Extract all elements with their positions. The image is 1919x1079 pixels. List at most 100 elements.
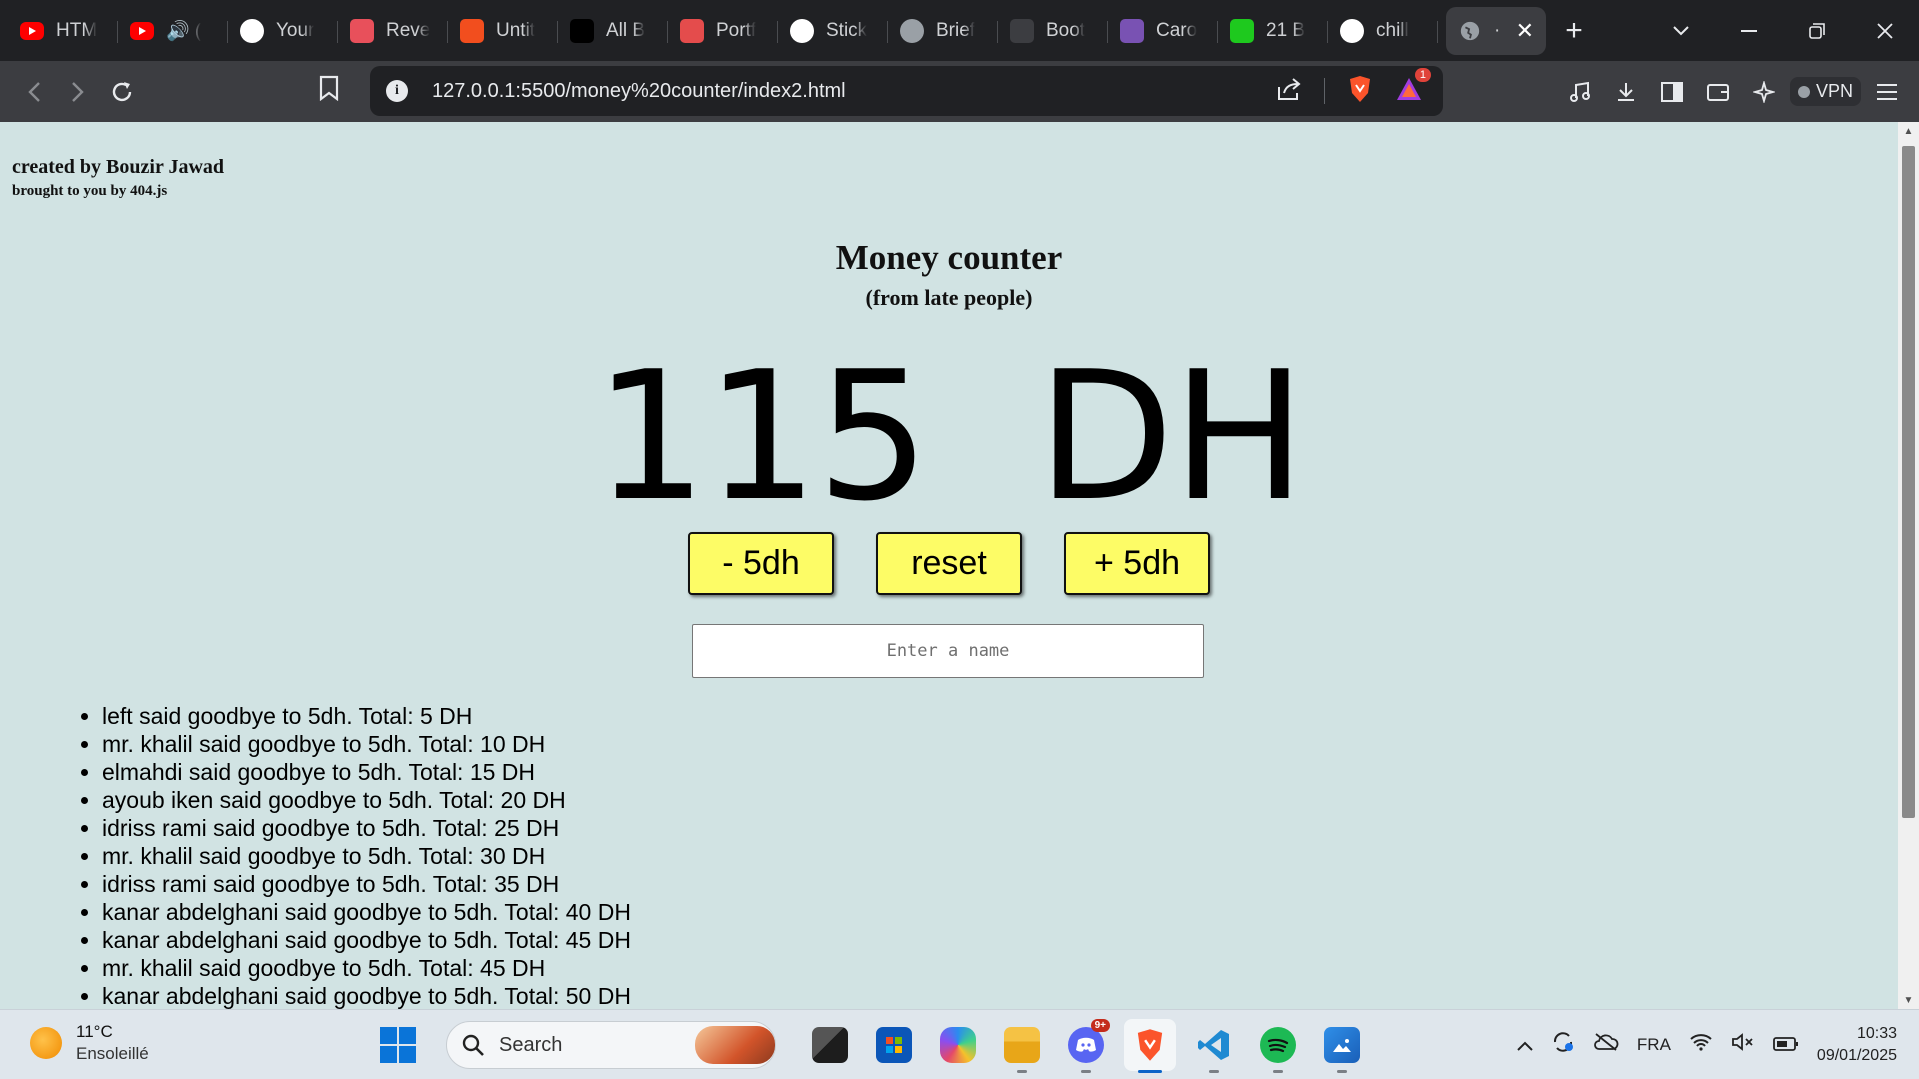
history-item: idriss rami said goodbye to 5dh. Total: …: [102, 814, 631, 842]
tab-active[interactable]: · ✕: [1446, 6, 1546, 55]
brave-rewards-icon[interactable]: 1: [1395, 67, 1431, 107]
search-icon: [462, 1034, 484, 1056]
close-tab-icon[interactable]: ✕: [1516, 19, 1534, 42]
new-tab-button[interactable]: +: [1546, 7, 1602, 55]
app-icon: [570, 18, 594, 43]
scrollbar-thumb[interactable]: [1902, 146, 1915, 818]
tab-title: Brief: [936, 19, 976, 41]
creator-credit: created by Bouzir Jawad: [12, 156, 225, 178]
close-window-button[interactable]: [1851, 0, 1919, 61]
tab-item[interactable]: Portf: [668, 7, 778, 55]
divider: [1324, 78, 1325, 104]
tab-title: Untit: [496, 19, 536, 41]
plus-5dh-button[interactable]: + 5dh: [1064, 532, 1210, 595]
tab-item[interactable]: All B: [558, 7, 668, 55]
brave-shields-icon[interactable]: [1347, 75, 1373, 108]
tab-item[interactable]: HTM: [8, 7, 118, 55]
photos-icon[interactable]: [1316, 1019, 1368, 1073]
taskbar-search[interactable]: Search: [446, 1021, 776, 1069]
site-info-icon[interactable]: i: [386, 80, 408, 102]
copilot-icon[interactable]: [932, 1019, 984, 1071]
clock-date: 09/01/2025: [1816, 1047, 1897, 1064]
bookmark-icon[interactable]: [318, 75, 340, 106]
tab-title: Stick: [826, 19, 868, 41]
minimize-button[interactable]: [1715, 0, 1783, 61]
chevron-up-icon[interactable]: [1517, 1034, 1533, 1057]
minus-5dh-button[interactable]: - 5dh: [688, 532, 834, 595]
history-item: ayoub iken said goodbye to 5dh. Total: 2…: [102, 786, 631, 814]
discord-icon[interactable]: 9+: [1060, 1019, 1112, 1073]
tab-item[interactable]: Your: [228, 7, 338, 55]
tab-title: Caro: [1156, 19, 1198, 41]
taskview-icon[interactable]: [804, 1019, 856, 1071]
reload-button[interactable]: [100, 70, 144, 114]
tab-item[interactable]: Reve: [338, 7, 448, 55]
active-tab-title: ·: [1494, 19, 1501, 41]
tab-item[interactable]: Brief: [888, 7, 998, 55]
search-highlight-image: [695, 1026, 775, 1064]
sun-icon: [30, 1027, 62, 1059]
tab-item[interactable]: chill: [1328, 7, 1438, 55]
clock-time: 10:33: [1856, 1025, 1897, 1042]
figma-icon: [460, 18, 484, 43]
discord-badge: 9+: [1090, 1019, 1110, 1032]
tab-title: Reve: [386, 19, 431, 41]
scroll-down-icon[interactable]: ▼: [1898, 991, 1919, 1009]
wallet-icon[interactable]: [1698, 72, 1738, 112]
tab-title: Boot: [1046, 19, 1086, 41]
page-title: Money counter: [835, 238, 1063, 277]
onedrive-offline-icon[interactable]: [1593, 1033, 1619, 1057]
tab-title: Portf: [716, 19, 757, 41]
tab-item[interactable]: Boot: [998, 7, 1108, 55]
weather-temp: 11°C: [76, 1022, 113, 1041]
store-icon[interactable]: [868, 1019, 920, 1071]
menu-icon[interactable]: [1867, 72, 1907, 112]
history-item: left said goodbye to 5dh. Total: 5 DH: [102, 702, 631, 730]
tab-item[interactable]: Untit: [448, 7, 558, 55]
download-icon[interactable]: [1606, 72, 1646, 112]
running-indicator: [1081, 1070, 1091, 1073]
forward-button[interactable]: [56, 70, 100, 114]
vpn-button[interactable]: VPN: [1789, 77, 1861, 106]
globe-icon: [1458, 19, 1482, 43]
youtube-icon: [130, 21, 154, 40]
volume-muted-icon[interactable]: [1731, 1032, 1755, 1058]
windows-start-icon[interactable]: [380, 1027, 416, 1063]
name-input[interactable]: [692, 624, 1204, 678]
address-bar[interactable]: i 127.0.0.1:5500/money%20counter/index2.…: [370, 66, 1443, 116]
taskbar: 11°C Ensoleillé Search 9+ FRA 10:33 09/0…: [0, 1009, 1919, 1079]
reset-button[interactable]: reset: [876, 532, 1022, 595]
vertical-scrollbar[interactable]: ▲ ▼: [1898, 122, 1919, 1009]
history-item: kanar abdelghani said goodbye to 5dh. To…: [102, 982, 631, 1009]
active-indicator: [1138, 1070, 1162, 1073]
sidebar-icon[interactable]: [1652, 72, 1692, 112]
file-explorer-icon[interactable]: [996, 1019, 1048, 1073]
tab-item[interactable]: 🔊 (: [118, 7, 228, 55]
leo-ai-icon[interactable]: [1744, 72, 1784, 112]
running-indicator: [1017, 1070, 1027, 1073]
battery-icon[interactable]: [1773, 1034, 1799, 1057]
wifi-icon[interactable]: [1689, 1033, 1713, 1057]
url-text[interactable]: 127.0.0.1:5500/money%20counter/index2.ht…: [432, 80, 846, 103]
taskbar-apps: Search 9+: [380, 1018, 1368, 1073]
restore-button[interactable]: [1783, 0, 1851, 61]
tab-search-button[interactable]: [1647, 0, 1715, 61]
clock[interactable]: 10:33 09/01/2025: [1817, 1023, 1897, 1067]
weather-widget[interactable]: 11°C Ensoleillé: [30, 1022, 149, 1064]
language-indicator[interactable]: FRA: [1637, 1035, 1671, 1055]
tab-item[interactable]: 21 B: [1218, 7, 1328, 55]
scroll-up-icon[interactable]: ▲: [1898, 122, 1919, 140]
media-icon[interactable]: [1560, 72, 1600, 112]
youtube-icon: [20, 21, 44, 40]
tab-item[interactable]: Caro: [1108, 7, 1218, 55]
globe-icon: [900, 18, 924, 43]
tab-item[interactable]: Stick: [778, 7, 888, 55]
tab-strip: HTM 🔊 (Your Reve Untit All B Portf Stick Brief B…: [0, 0, 1919, 61]
brave-taskbar-icon[interactable]: [1124, 1019, 1176, 1073]
history-item: mr. khalil said goodbye to 5dh. Total: 1…: [102, 730, 631, 758]
sync-icon[interactable]: [1551, 1031, 1575, 1059]
spotify-icon[interactable]: [1252, 1019, 1304, 1073]
share-icon[interactable]: [1276, 77, 1302, 106]
vscode-icon[interactable]: [1188, 1019, 1240, 1073]
back-button[interactable]: [12, 70, 56, 114]
